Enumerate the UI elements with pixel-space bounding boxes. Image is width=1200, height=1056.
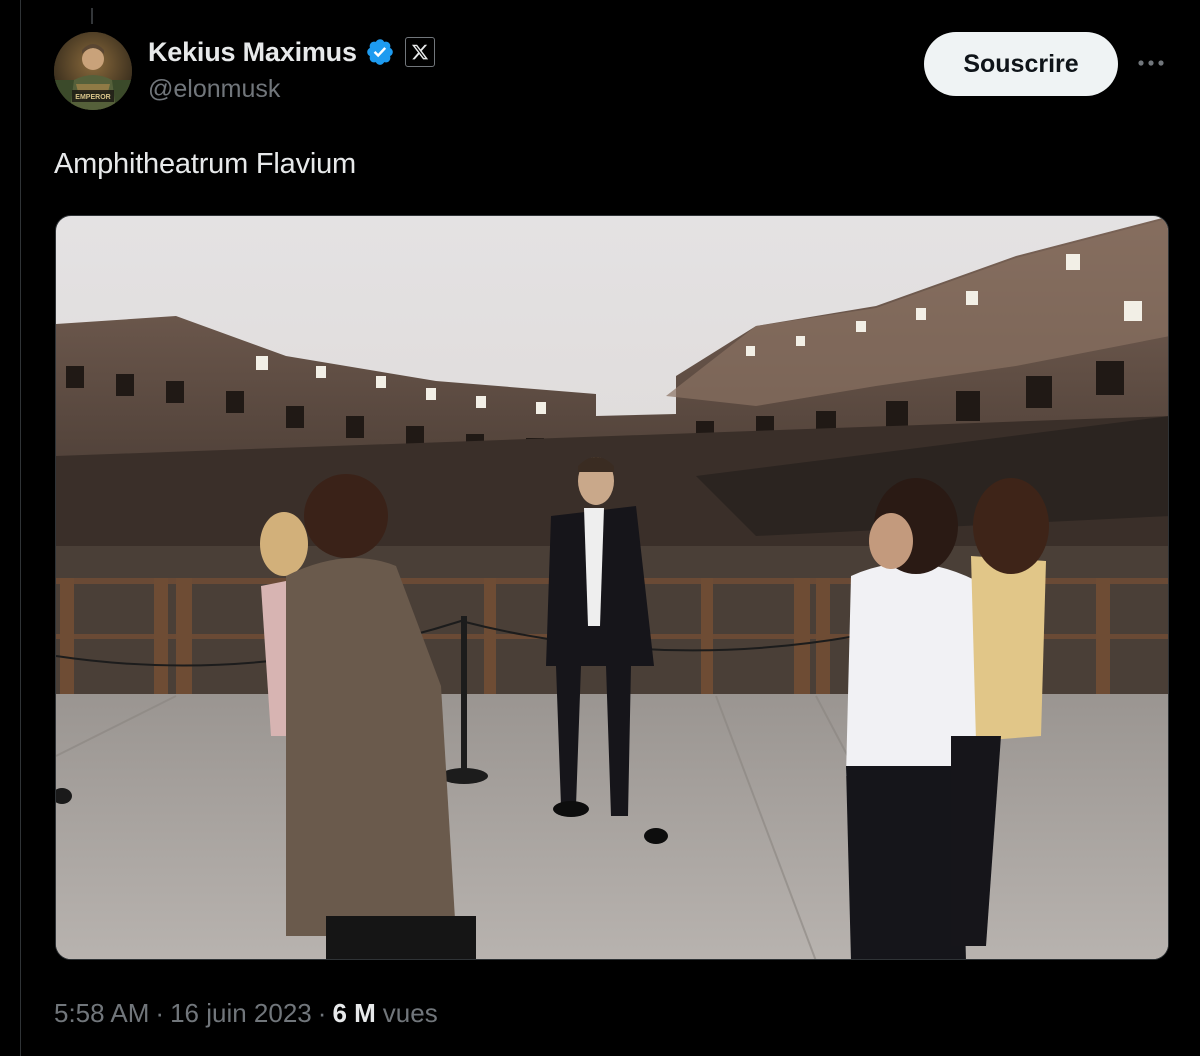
tweet-text: Amphitheatrum Flavium bbox=[54, 148, 357, 180]
verified-badge-icon[interactable] bbox=[365, 37, 395, 67]
views-count: 6 M bbox=[332, 998, 376, 1028]
author-display-name[interactable]: Kekius Maximus bbox=[148, 37, 357, 68]
author-handle[interactable]: @elonmusk bbox=[148, 75, 435, 104]
avatar[interactable]: EMPEROR bbox=[54, 32, 132, 110]
more-horizontal-icon bbox=[1138, 60, 1164, 66]
tweet-photo[interactable] bbox=[55, 215, 1169, 960]
thread-connector-line bbox=[91, 8, 93, 24]
tweet-detail-page: EMPEROR Kekius Maximus @elonmusk Souscri… bbox=[0, 0, 1200, 1056]
meta-separator: · bbox=[155, 998, 165, 1028]
colosseum-interior-photo bbox=[56, 216, 1168, 959]
avatar-caption: EMPEROR bbox=[75, 94, 110, 101]
tweet-time[interactable]: 5:58 AM bbox=[54, 998, 149, 1029]
tweet-date[interactable]: 16 juin 2023 bbox=[170, 998, 312, 1029]
author-info: Kekius Maximus @elonmusk bbox=[148, 34, 435, 104]
timeline-border bbox=[20, 0, 21, 1056]
subscribe-button[interactable]: Souscrire bbox=[924, 32, 1118, 96]
author-name-row: Kekius Maximus bbox=[148, 34, 435, 70]
tweet-meta: 5:58 AM · 16 juin 2023 · 6 M vues bbox=[54, 998, 438, 1029]
views-label: vues bbox=[382, 998, 438, 1028]
meta-separator: · bbox=[317, 998, 327, 1028]
x-logo-icon[interactable] bbox=[404, 37, 435, 67]
more-options-button[interactable] bbox=[1134, 48, 1168, 78]
